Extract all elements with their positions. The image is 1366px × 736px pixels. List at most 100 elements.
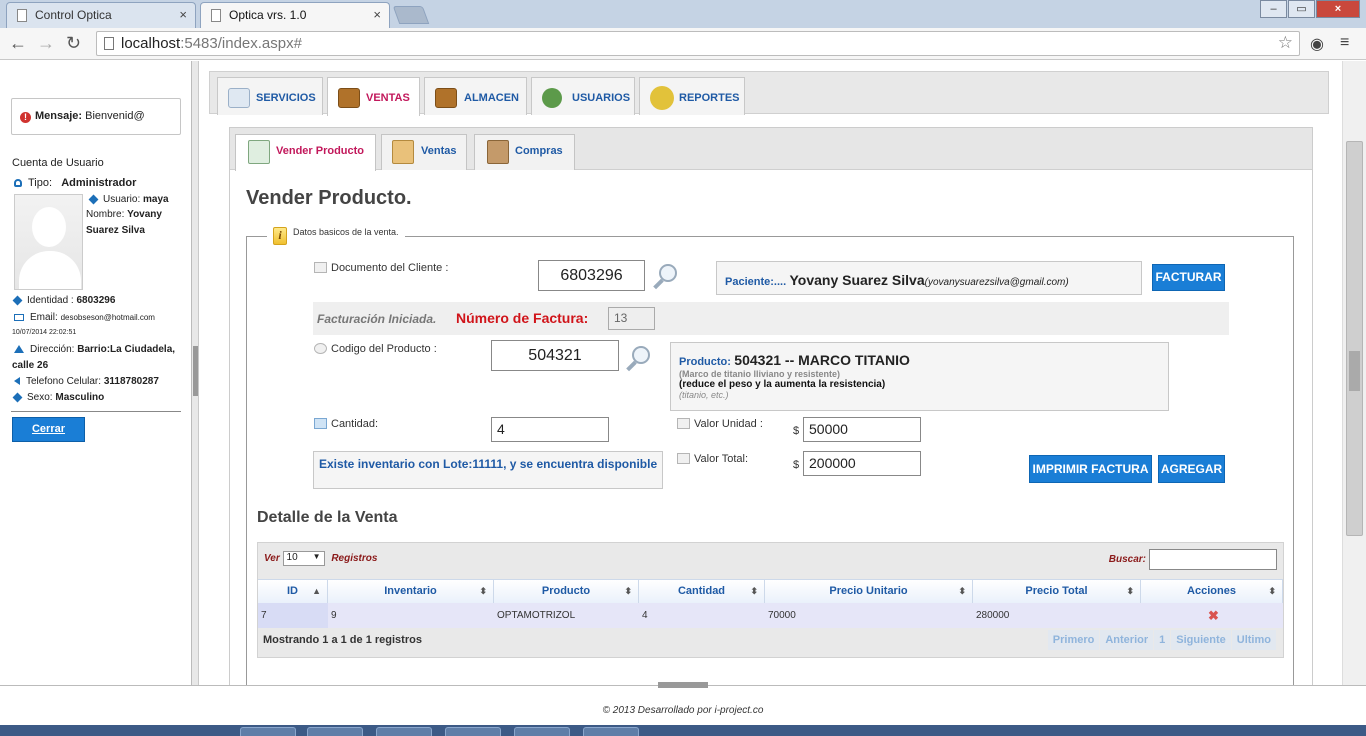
browser-tab-optica-vrs[interactable]: Optica vrs. 1.0 × bbox=[200, 2, 390, 28]
browser-tab-control-optica[interactable]: Control Optica × bbox=[6, 2, 196, 28]
pager-previous[interactable]: Anterior bbox=[1100, 630, 1154, 650]
documento-input[interactable]: 6803296 bbox=[538, 260, 645, 291]
new-tab-button[interactable] bbox=[392, 6, 430, 24]
invoice-number-label: Número de Factura: bbox=[456, 310, 589, 326]
page-size-select[interactable]: 10 ▼ bbox=[282, 551, 325, 566]
calendar-icon bbox=[314, 418, 327, 429]
taskbar-item[interactable] bbox=[307, 727, 363, 736]
subtab-vender-producto[interactable]: Vender Producto bbox=[235, 134, 376, 171]
forward-arrow-icon[interactable]: → bbox=[37, 33, 55, 54]
column-header-inventario[interactable]: Inventario ⬍ bbox=[328, 579, 494, 603]
footer-resize-handle[interactable] bbox=[658, 682, 708, 688]
page-title: Vender Producto. bbox=[246, 187, 412, 209]
menu-tab-servicios[interactable]: SERVICIOS bbox=[217, 77, 323, 115]
close-tab-icon[interactable]: × bbox=[373, 7, 381, 22]
sub-tabs: Vender Producto Ventas Compras bbox=[230, 128, 1312, 171]
main-area: SERVICIOS VENTAS ALMACEN USUARIOS REPORT… bbox=[199, 61, 1341, 685]
sort-icon: ⬍ bbox=[624, 586, 632, 596]
search-client-icon[interactable] bbox=[651, 262, 681, 292]
taskbar-item[interactable] bbox=[240, 727, 296, 736]
column-header-producto[interactable]: Producto ⬍ bbox=[494, 579, 639, 603]
pager-first[interactable]: Primero bbox=[1047, 630, 1100, 650]
home-icon bbox=[14, 345, 24, 353]
address-bar[interactable]: localhost:5483/index.aspx# ☆ bbox=[96, 31, 1300, 56]
column-header-precio-unitario[interactable]: Precio Unitario ⬍ bbox=[765, 579, 973, 603]
taskbar-item[interactable] bbox=[376, 727, 432, 736]
menu-tab-usuarios[interactable]: USUARIOS bbox=[531, 77, 635, 115]
cell-precio-total: 280000 bbox=[976, 610, 1010, 621]
sort-icon: ⬍ bbox=[750, 586, 758, 596]
invoice-status-band bbox=[313, 302, 1229, 335]
menu-tab-ventas[interactable]: VENTAS bbox=[327, 77, 420, 116]
add-button[interactable]: AGREGAR bbox=[1158, 455, 1225, 483]
message-box: ! Mensaje: Bienvenid@ bbox=[11, 98, 181, 135]
codigo-input[interactable]: 504321 bbox=[491, 340, 619, 371]
browser-tabstrip: Control Optica × Optica vrs. 1.0 × – ▭ × bbox=[0, 0, 1366, 28]
close-tab-icon[interactable]: × bbox=[179, 7, 187, 22]
documento-label: Documento del Cliente : bbox=[314, 262, 448, 274]
user-name-2: Suarez Silva bbox=[86, 225, 145, 236]
search-product-icon[interactable] bbox=[624, 344, 654, 374]
back-arrow-icon[interactable]: ← bbox=[9, 33, 27, 54]
vertical-scrollbar[interactable] bbox=[1342, 61, 1366, 685]
browser-toolbar: ← → ↻ localhost:5483/index.aspx# ☆ ◉ ≡ bbox=[0, 28, 1366, 60]
facturar-button[interactable]: FACTURAR bbox=[1152, 264, 1225, 291]
column-header-precio-total[interactable]: Precio Total ⬍ bbox=[973, 579, 1141, 603]
sort-icon: ⬍ bbox=[1268, 586, 1276, 596]
table-header: ID ▲ Inventario ⬍ Producto ⬍ Cantidad ⬍ Prec… bbox=[258, 579, 1283, 603]
menu-tab-reportes[interactable]: REPORTES bbox=[639, 77, 745, 115]
minimize-button[interactable]: – bbox=[1260, 0, 1287, 18]
menu-tab-almacen[interactable]: ALMACEN bbox=[424, 77, 527, 115]
table-info: Mostrando 1 a 1 de 1 registros bbox=[263, 634, 422, 646]
address-2: calle 26 bbox=[12, 360, 49, 371]
close-window-button[interactable]: × bbox=[1316, 0, 1360, 18]
message-label: Mensaje: bbox=[35, 110, 83, 122]
subtab-ventas[interactable]: Ventas bbox=[381, 134, 467, 170]
table-search-input[interactable] bbox=[1149, 549, 1277, 570]
pager-last[interactable]: Ultimo bbox=[1231, 630, 1276, 650]
divider bbox=[11, 411, 181, 412]
cell-inventario: 9 bbox=[331, 610, 337, 621]
user-icon bbox=[14, 179, 22, 187]
valor-total-input[interactable]: 200000 bbox=[803, 451, 921, 476]
patient-name: Yovany Suarez Silva bbox=[789, 272, 925, 288]
bookmark-star-icon[interactable]: ☆ bbox=[1278, 33, 1293, 53]
column-header-id[interactable]: ID ▲ bbox=[258, 579, 328, 603]
reload-icon[interactable]: ↻ bbox=[66, 33, 81, 54]
search-label: Buscar: bbox=[1108, 554, 1146, 565]
valor-unidad-input[interactable]: 50000 bbox=[803, 417, 921, 442]
logout-button[interactable]: Cerrar Sesión bbox=[12, 417, 85, 458]
tab-title: Control Optica bbox=[35, 8, 112, 22]
footer-text: © 2013 Desarrollado por i-project.co bbox=[602, 705, 764, 716]
page-content: ! Mensaje: Bienvenid@ Cuenta de Usuario T… bbox=[0, 61, 1366, 736]
print-invoice-button[interactable]: IMPRIMIR FACTURA bbox=[1029, 455, 1152, 483]
splitter-handle[interactable] bbox=[192, 61, 199, 685]
patient-label: Paciente:.... bbox=[725, 276, 787, 288]
taskbar-item[interactable] bbox=[445, 727, 501, 736]
column-header-cantidad[interactable]: Cantidad ⬍ bbox=[639, 579, 765, 603]
cell-id: 7 bbox=[258, 603, 328, 628]
invoice-number-field: 13 bbox=[608, 307, 655, 330]
pager-next[interactable]: Siguiente bbox=[1171, 630, 1231, 650]
patient-info: Paciente:.... Yovany Suarez Silva(yovany… bbox=[716, 261, 1142, 295]
delete-icon[interactable]: ✖ bbox=[1141, 603, 1283, 628]
identity: Identidad : 6803296 bbox=[12, 295, 115, 306]
users-icon bbox=[542, 88, 562, 108]
inventory-message: Existe inventario con Lote:11111, y se e… bbox=[313, 451, 663, 489]
extension-icon[interactable]: ◉ bbox=[1310, 34, 1324, 54]
pager-page-1[interactable]: 1 bbox=[1154, 630, 1171, 650]
column-header-acciones[interactable]: Acciones ⬍ bbox=[1141, 579, 1283, 603]
cantidad-input[interactable]: 4 bbox=[491, 417, 609, 442]
taskbar-item[interactable] bbox=[514, 727, 570, 736]
subtab-compras[interactable]: Compras bbox=[474, 134, 575, 170]
menu-icon[interactable]: ≡ bbox=[1340, 34, 1349, 52]
briefcase-icon bbox=[338, 88, 360, 108]
valor-total-label: Valor Total: bbox=[677, 453, 748, 465]
currency-symbol: $ bbox=[793, 459, 800, 471]
maximize-button[interactable]: ▭ bbox=[1288, 0, 1315, 18]
taskbar-item[interactable] bbox=[583, 727, 639, 736]
page-icon bbox=[17, 9, 27, 22]
table-row[interactable]: 7 9 OPTAMOTRIZOL 4 70000 280000 ✖ bbox=[258, 603, 1283, 628]
product-desc-2: (reduce el peso y la aumenta la resisten… bbox=[679, 379, 886, 390]
clipboard-icon bbox=[228, 88, 250, 108]
